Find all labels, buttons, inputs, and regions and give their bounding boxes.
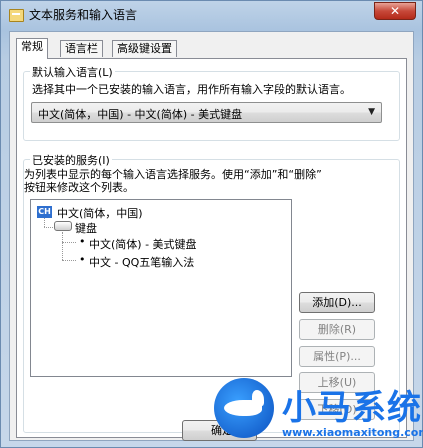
title-bar[interactable]: 文本服务和输入语言 ✕ [1,1,422,31]
tree-keyboard-node[interactable]: 键盘 [75,220,97,236]
properties-button[interactable]: 属性(P)... [299,346,375,367]
chevron-down-icon: ▼ [368,107,375,117]
watermark-name: 小马系统 [282,388,422,428]
tree-service-item[interactable]: 中文 - QQ五笔输入法 [89,254,194,270]
default-language-label: 默认输入语言(L) [30,64,115,80]
close-button[interactable]: ✕ [374,2,416,20]
default-language-group: 默认输入语言(L) 选择其中一个已安装的输入语言，用作所有输入字段的默认语言。 … [23,64,400,141]
language-badge-icon: CH [37,206,52,218]
installed-services-description-2: 按钮来修改这个列表。 [24,181,134,194]
tab-general[interactable]: 常规 [16,38,48,59]
tree-item-bullet: • [79,235,86,248]
horse-logo-icon [214,378,274,438]
default-language-description: 选择其中一个已安装的输入语言，用作所有输入字段的默认语言。 [32,83,351,96]
tree-language-node[interactable]: 中文(简体，中国) [57,205,143,221]
tree-connector [62,260,76,261]
tab-advanced-key-settings[interactable]: 高级键设置 [112,40,177,57]
watermark-url: www.xiaomaxitong.com [282,426,423,439]
tree-connector [62,232,63,260]
keyboard-icon [54,221,72,231]
tab-language-bar[interactable]: 语言栏 [60,40,103,57]
tree-item-bullet: • [79,253,86,266]
tree-connector [44,218,45,227]
add-button[interactable]: 添加(D)... [299,292,375,313]
tree-service-item[interactable]: 中文(简体) - 美式键盘 [89,236,197,252]
services-tree[interactable]: CH 中文(简体，中国) 键盘 • 中文(简体) - 美式键盘 • 中文 - Q… [30,199,292,377]
default-language-value: 中文(简体，中国) - 中文(简体) - 美式键盘 [38,108,243,121]
window-title: 文本服务和输入语言 [29,8,138,22]
tree-connector [44,227,53,228]
window-icon [9,9,24,22]
default-language-select[interactable]: 中文(简体，中国) - 中文(简体) - 美式键盘 ▼ [31,102,382,123]
site-watermark: 小马系统 www.xiaomaxitong.com [212,370,423,448]
remove-button[interactable]: 删除(R) [299,319,375,340]
tree-connector [62,242,76,243]
